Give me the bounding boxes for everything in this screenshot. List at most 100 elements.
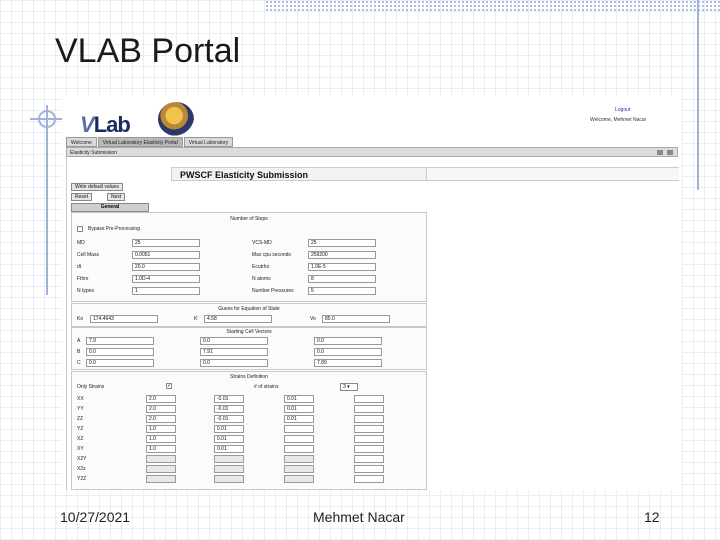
cell-mass-input[interactable]: 0.0051 bbox=[132, 251, 200, 259]
strain-input[interactable]: 1.0 bbox=[146, 435, 176, 443]
strain-input[interactable]: 1.0 bbox=[146, 445, 176, 453]
write-defaults-button[interactable]: Write default values bbox=[71, 183, 123, 191]
strain-input[interactable]: 2.0 bbox=[146, 415, 176, 423]
bypass-label: Bypass Pre-Processing bbox=[88, 226, 140, 232]
footer-date: 10/27/2021 bbox=[60, 509, 131, 525]
natoms-input[interactable]: 8 bbox=[308, 275, 376, 283]
strain-input[interactable] bbox=[214, 455, 244, 463]
eos-title: Guess for Equation of State bbox=[218, 306, 280, 312]
ecutrho-input[interactable]: 1.0E-5 bbox=[308, 263, 376, 271]
cell-c-z[interactable]: 7.89 bbox=[314, 359, 382, 367]
slide-decor-line-left bbox=[46, 105, 48, 295]
kprime-input[interactable]: 4.58 bbox=[204, 315, 272, 323]
cell-b-x[interactable]: 0.0 bbox=[86, 348, 154, 356]
cell-b-z[interactable]: 0.0 bbox=[314, 348, 382, 356]
ko-input[interactable]: 174.4643 bbox=[90, 315, 158, 323]
bypass-checkbox[interactable] bbox=[77, 226, 83, 232]
steps-title: Number of Steps bbox=[230, 216, 268, 222]
strain-input[interactable]: 1.0 bbox=[146, 425, 176, 433]
maximize-icon[interactable] bbox=[667, 150, 673, 155]
strain-input[interactable]: 0.01 bbox=[214, 425, 244, 433]
ko-label: Ko bbox=[77, 316, 84, 322]
md-input[interactable]: 25 bbox=[132, 239, 200, 247]
portlet-title: Elasticity Submission bbox=[70, 150, 117, 156]
strain-input[interactable] bbox=[354, 445, 384, 453]
reset-button[interactable]: Reset bbox=[71, 193, 93, 201]
strain-input[interactable] bbox=[214, 465, 244, 473]
kprime-label: K' bbox=[194, 316, 199, 322]
strain-input[interactable] bbox=[284, 445, 314, 453]
tab-virtual-laboratory[interactable]: Virtual Laboratory bbox=[183, 137, 234, 147]
strain-input[interactable] bbox=[146, 465, 176, 473]
cell-a-z[interactable]: 0.0 bbox=[314, 337, 382, 345]
strain-input[interactable]: -0.01 bbox=[214, 395, 244, 403]
footer-page-number: 12 bbox=[644, 509, 660, 525]
fthrs-input[interactable]: 1.0D-4 bbox=[132, 275, 200, 283]
ntypes-input[interactable]: 1 bbox=[132, 287, 200, 295]
eos-panel: Guess for Equation of State Ko 174.4643 … bbox=[71, 303, 427, 327]
cell-vectors-title: Starting Cell Vectors bbox=[226, 329, 272, 335]
vlab-logo: VLab bbox=[70, 100, 200, 138]
next-button[interactable]: Next bbox=[107, 193, 126, 201]
cell-a-y[interactable]: 0.0 bbox=[200, 337, 268, 345]
logo-lab: Lab bbox=[93, 112, 131, 137]
strain-input[interactable] bbox=[146, 475, 176, 483]
vo-input[interactable]: 85.0 bbox=[322, 315, 390, 323]
logo-v: V bbox=[80, 112, 95, 137]
cell-c-label: C bbox=[77, 360, 81, 366]
vcs-md-input[interactable]: 25 bbox=[308, 239, 376, 247]
strain-input[interactable]: 0.01 bbox=[214, 445, 244, 453]
strain-input[interactable] bbox=[214, 475, 244, 483]
cell-vectors-panel: Starting Cell Vectors A 7.9 0.0 0.0 B 0.… bbox=[71, 327, 427, 370]
cell-a-x[interactable]: 7.9 bbox=[86, 337, 154, 345]
strain-input[interactable] bbox=[354, 395, 384, 403]
npressures-input[interactable]: 5 bbox=[308, 287, 376, 295]
strain-row-label: Y2Z bbox=[77, 476, 87, 482]
md-label: MD bbox=[77, 240, 85, 246]
strain-input[interactable]: 0.01 bbox=[284, 395, 314, 403]
strain-input[interactable] bbox=[354, 465, 384, 473]
strain-row-label: X2Y bbox=[77, 456, 87, 462]
ecutrho-label: Ecutrho bbox=[252, 264, 270, 270]
only-strains-checkbox[interactable]: ✓ bbox=[166, 383, 172, 389]
cell-b-y[interactable]: 7.91 bbox=[200, 348, 268, 356]
strain-input[interactable]: 2.0 bbox=[146, 395, 176, 403]
strain-input[interactable] bbox=[284, 475, 314, 483]
strain-input[interactable] bbox=[354, 455, 384, 463]
strain-input[interactable] bbox=[284, 425, 314, 433]
minimize-icon[interactable] bbox=[657, 150, 663, 155]
num-strains-select[interactable]: 3 ▾ bbox=[340, 383, 358, 391]
logout-link[interactable]: Logout bbox=[615, 107, 630, 113]
strain-input[interactable]: 0.01 bbox=[214, 435, 244, 443]
section-tab-general[interactable]: General bbox=[71, 203, 149, 212]
strain-row-label: YY bbox=[77, 406, 84, 412]
strain-input[interactable] bbox=[354, 415, 384, 423]
strain-input[interactable] bbox=[354, 405, 384, 413]
max-cpu-label: Max cpu seconds bbox=[252, 252, 291, 258]
form-header: PWSCF Elasticity Submission bbox=[171, 167, 427, 181]
strains-title: Strains Definition bbox=[230, 374, 268, 380]
strain-row-label: XZ bbox=[77, 436, 84, 442]
tab-elasticity-portal[interactable]: Virtual Laboratory Elasticity Portal bbox=[97, 137, 183, 147]
chevron-down-icon: ▾ bbox=[345, 384, 350, 390]
max-cpu-input[interactable]: 259200 bbox=[308, 251, 376, 259]
cell-c-x[interactable]: 0.0 bbox=[86, 359, 154, 367]
strain-input[interactable]: -0.01 bbox=[214, 405, 244, 413]
strain-input[interactable]: 0.01 bbox=[284, 405, 314, 413]
strain-input[interactable] bbox=[354, 435, 384, 443]
strain-input[interactable] bbox=[354, 475, 384, 483]
strain-input[interactable] bbox=[284, 455, 314, 463]
vo-label: Vo bbox=[310, 316, 316, 322]
strain-input[interactable]: 2.0 bbox=[146, 405, 176, 413]
strain-input[interactable] bbox=[284, 435, 314, 443]
slide-dotted-band bbox=[265, 0, 720, 12]
tab-welcome[interactable]: Welcome bbox=[66, 137, 97, 147]
cell-mass-label: Cell Mass bbox=[77, 252, 99, 258]
cell-c-y[interactable]: 0.0 bbox=[200, 359, 268, 367]
strain-input[interactable] bbox=[284, 465, 314, 473]
dt-input[interactable]: 20.0 bbox=[132, 263, 200, 271]
strain-input[interactable] bbox=[354, 425, 384, 433]
strain-input[interactable]: 0.01 bbox=[284, 415, 314, 423]
strain-input[interactable]: -0.01 bbox=[214, 415, 244, 423]
strain-input[interactable] bbox=[146, 455, 176, 463]
